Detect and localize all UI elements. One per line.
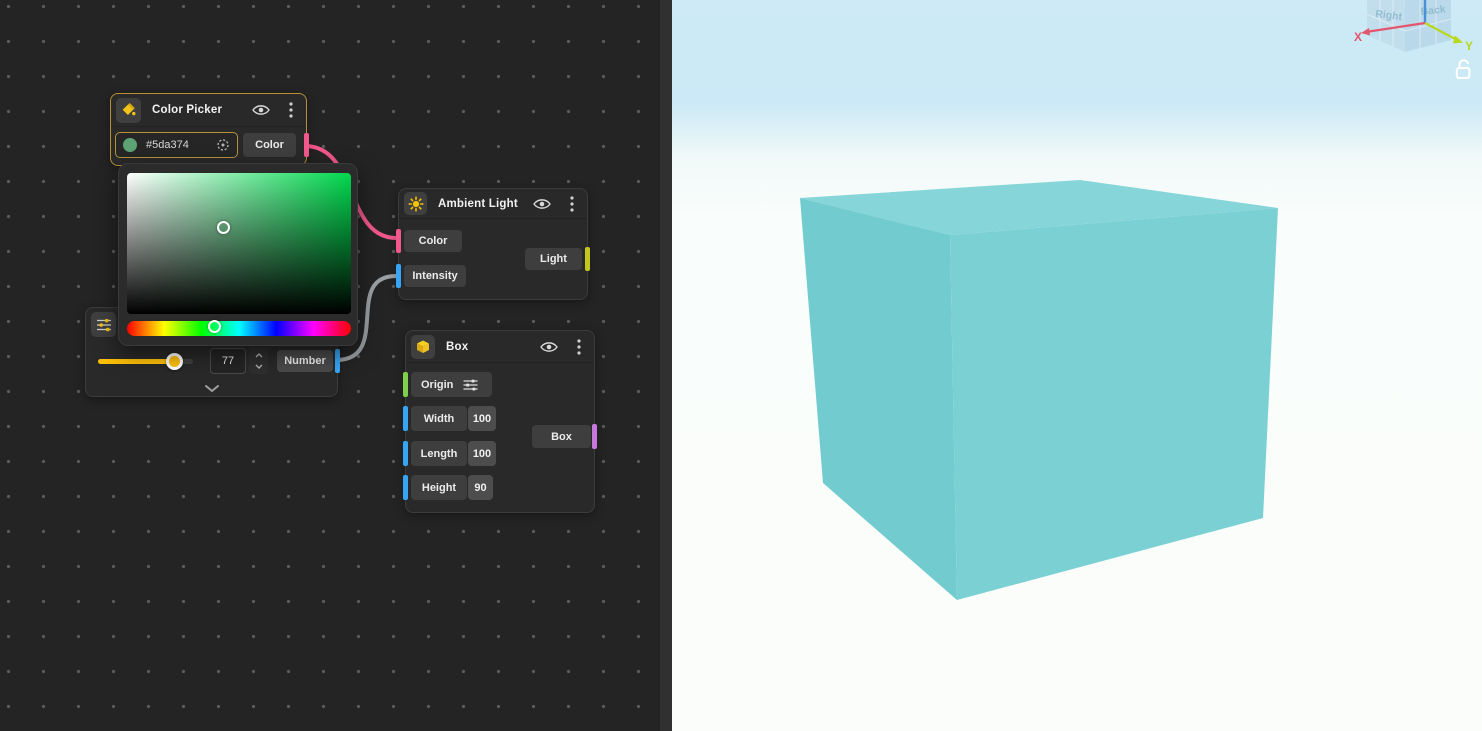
width-value[interactable]: 100 <box>468 406 496 431</box>
collapse-chevron-icon[interactable] <box>204 384 220 393</box>
sun-icon <box>404 192 427 215</box>
3d-viewport[interactable]: Right Back X Y <box>672 0 1482 731</box>
height-input-port[interactable] <box>403 475 408 500</box>
node-title: Box <box>446 340 469 353</box>
ambient-light-node[interactable]: Ambient Light Color Intensity Light <box>396 188 590 300</box>
eyedropper-target-icon[interactable] <box>216 138 230 152</box>
length-value[interactable]: 100 <box>468 441 496 466</box>
input-pill-height: Height <box>411 475 467 500</box>
sliders-icon <box>91 312 116 337</box>
number-value-input[interactable]: 77 <box>210 348 246 374</box>
hex-value: #5da374 <box>146 139 189 151</box>
node-title: Ambient Light <box>438 197 518 210</box>
visibility-eye-icon[interactable] <box>540 341 558 353</box>
intensity-input-port[interactable] <box>396 264 401 288</box>
pane-splitter[interactable] <box>660 0 672 731</box>
x-axis-arrowhead <box>1361 28 1370 36</box>
input-pill-color: Color <box>404 230 462 252</box>
stepper-chevrons-icon <box>255 353 262 369</box>
origin-settings-icon[interactable] <box>463 379 478 391</box>
node-editor-canvas[interactable]: 77 Number Color Picker #5da374 Color Amb… <box>0 0 660 731</box>
box-node[interactable]: Box Origin Width 100 Length 100 Height 9… <box>403 330 597 513</box>
color-output-port[interactable] <box>304 133 309 157</box>
scene-layer: Right Back X Y <box>800 0 1473 600</box>
hex-color-input[interactable]: #5da374 <box>115 132 238 158</box>
visibility-eye-icon[interactable] <box>533 198 551 210</box>
visibility-eye-icon[interactable] <box>252 104 270 116</box>
color-picker-popup <box>118 163 358 346</box>
width-input-port[interactable] <box>403 406 408 431</box>
box-left-face <box>800 198 957 600</box>
number-output-pill: Number <box>277 350 333 372</box>
color-picker-node[interactable]: Color Picker #5da374 Color <box>110 93 309 166</box>
height-value[interactable]: 90 <box>468 475 493 500</box>
length-input-port[interactable] <box>403 441 408 466</box>
ambient-light-header: Ambient Light <box>399 189 587 219</box>
box-output-port[interactable] <box>592 424 597 449</box>
color-swatch <box>123 138 137 152</box>
kebab-menu-icon[interactable] <box>570 195 574 212</box>
color-input-port[interactable] <box>396 229 401 253</box>
color-output-pill: Color <box>243 133 296 157</box>
origin-label: Origin <box>421 378 454 391</box>
y-axis-label: Y <box>1465 39 1473 53</box>
saturation-value-area[interactable] <box>127 173 351 314</box>
x-axis-label: X <box>1354 30 1362 44</box>
number-slider-track[interactable] <box>98 353 193 370</box>
output-pill-box: Box <box>532 425 591 448</box>
kebab-menu-icon[interactable] <box>577 338 581 355</box>
light-output-port[interactable] <box>585 247 590 271</box>
input-pill-intensity: Intensity <box>404 265 466 287</box>
color-picker-header: Color Picker <box>111 94 306 127</box>
y-axis-arrowhead <box>1453 35 1463 44</box>
sv-selector-ring[interactable] <box>217 221 230 234</box>
box-mesh <box>800 180 1278 600</box>
input-pill-width: Width <box>411 406 467 431</box>
app-window: 77 Number Color Picker #5da374 Color Amb… <box>0 0 1482 731</box>
paint-bucket-icon <box>116 97 141 123</box>
input-pill-length: Length <box>411 441 467 466</box>
hue-slider[interactable] <box>127 320 351 336</box>
number-slider-fill <box>98 359 170 364</box>
cube-icon <box>411 334 435 359</box>
number-slider-handle[interactable] <box>166 353 183 370</box>
hue-selector-ring[interactable] <box>208 320 221 333</box>
box-node-header: Box <box>406 331 594 363</box>
kebab-menu-icon[interactable] <box>289 102 293 118</box>
unlock-icon[interactable] <box>1455 59 1471 79</box>
node-title: Color Picker <box>152 104 223 116</box>
output-pill-light: Light <box>525 248 582 270</box>
origin-input-port[interactable] <box>403 372 408 397</box>
box-right-face <box>950 208 1278 600</box>
number-output-port[interactable] <box>335 349 340 373</box>
number-stepper[interactable] <box>249 348 268 374</box>
input-pill-origin: Origin <box>411 372 492 397</box>
